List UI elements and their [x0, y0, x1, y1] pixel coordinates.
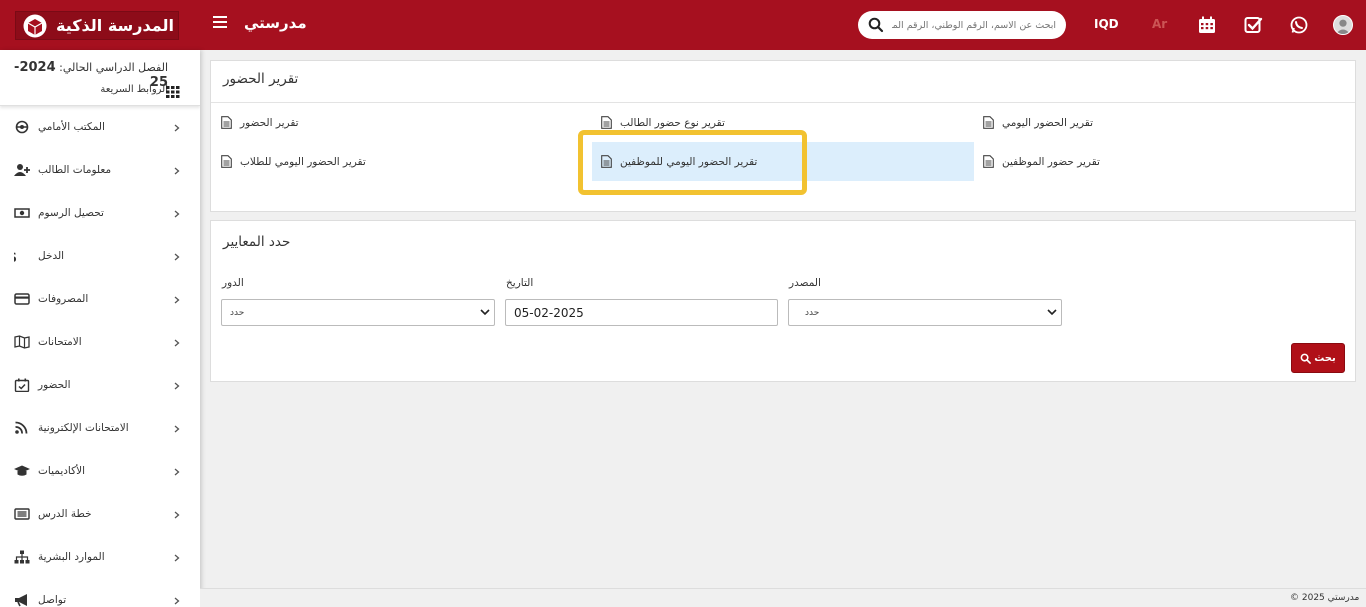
app-name: مدرستي: [244, 14, 307, 32]
sidebar-item-lesson-plan[interactable]: خطة الدرس: [0, 493, 200, 536]
copyright-text: مدرستي 2025 ©: [1290, 593, 1360, 603]
user-avatar-icon[interactable]: [1333, 15, 1353, 35]
role-select[interactable]: حدد: [221, 299, 495, 326]
source-select[interactable]: حدد: [788, 299, 1062, 326]
document-icon: [601, 116, 612, 129]
report-link-attendance[interactable]: تقرير الحضور: [221, 103, 581, 142]
calendar-icon[interactable]: [1197, 15, 1217, 35]
chevron-down-icon: [1047, 309, 1057, 316]
logo-text: المدرسة الذكية: [56, 16, 174, 35]
sidebar-item-online-exams[interactable]: الامتحانات الإلكترونية: [0, 407, 200, 450]
sidebar-item-income[interactable]: $ الدخل: [0, 235, 200, 278]
chevron-right-icon: [174, 511, 180, 519]
money-icon: [14, 208, 30, 218]
map-icon: [14, 335, 30, 349]
calendar-check-icon: [14, 378, 30, 392]
top-bar: المدرسة الذكية مدرستي IQD Ar: [0, 0, 1366, 50]
sidebar-item-student-info[interactable]: معلومات الطالب: [0, 149, 200, 192]
document-icon: [983, 155, 994, 168]
sidebar-header: الفصل الدراسي الحالي: 2024-25 الروابط ال…: [0, 50, 200, 106]
front-desk-icon: [15, 120, 29, 134]
attendance-reports-panel: تقرير الحضور تقرير الحضور اليومي تقرير ن…: [210, 60, 1356, 212]
criteria-panel: حدد المعايير الدور حدد التاريخ 05-02-202…: [210, 220, 1356, 382]
report-link-student-attendance-type[interactable]: تقرير نوع حضور الطالب: [601, 103, 961, 142]
sidebar-item-academics[interactable]: الأكاديميات: [0, 450, 200, 493]
quick-links[interactable]: الروابط السريعة: [100, 84, 168, 95]
chevron-right-icon: [174, 425, 180, 433]
sidebar-item-hr[interactable]: الموارد البشرية: [0, 536, 200, 579]
sitemap-icon: [14, 550, 30, 564]
search-icon[interactable]: [868, 17, 884, 33]
panel-title: تقرير الحضور: [223, 71, 299, 87]
footer: مدرستي 2025 ©: [200, 588, 1366, 607]
grid-icon[interactable]: [166, 86, 180, 98]
chevron-right-icon: [174, 124, 180, 132]
date-input[interactable]: 05-02-2025: [505, 299, 778, 326]
dollar-icon: $: [14, 250, 17, 263]
chevron-right-icon: [174, 167, 180, 175]
list-icon: [14, 508, 30, 520]
logo[interactable]: المدرسة الذكية: [15, 11, 179, 40]
credit-card-icon: [14, 293, 30, 305]
chevron-right-icon: [174, 554, 180, 562]
report-link-staff-attendance[interactable]: تقرير حضور الموظفين: [983, 142, 1343, 181]
sidebar-item-front-desk[interactable]: المكتب الأمامي: [0, 106, 200, 149]
menu-toggle-icon[interactable]: [213, 16, 227, 30]
rss-icon: [15, 421, 28, 434]
document-icon: [601, 155, 612, 168]
chevron-right-icon: [174, 597, 180, 605]
chevron-down-icon: [480, 309, 490, 316]
check-square-icon[interactable]: [1243, 15, 1263, 35]
search-input[interactable]: [892, 19, 1056, 31]
chevron-right-icon: [174, 468, 180, 476]
sidebar-nav: المكتب الأمامي معلومات الطالب تحصيل الرس…: [0, 106, 200, 607]
report-link-student-daily-attendance[interactable]: تقرير الحضور اليومي للطلاب: [221, 142, 581, 181]
sidebar-item-fees[interactable]: تحصيل الرسوم: [0, 192, 200, 235]
megaphone-icon: [15, 594, 27, 607]
sidebar-item-communicate[interactable]: تواصل: [0, 579, 200, 607]
document-icon: [221, 155, 232, 168]
currency-selector[interactable]: IQD: [1094, 17, 1119, 31]
criteria-title: حدد المعايير: [223, 234, 291, 250]
sidebar-item-attendance[interactable]: الحضور: [0, 364, 200, 407]
sidebar-item-exams[interactable]: الامتحانات: [0, 321, 200, 364]
language-selector[interactable]: Ar: [1152, 17, 1167, 31]
graduation-cap-icon: [14, 465, 30, 476]
role-label: الدور: [222, 277, 244, 289]
report-link-daily-attendance[interactable]: تقرير الحضور اليومي: [983, 103, 1343, 142]
search-button[interactable]: بحث: [1291, 343, 1345, 373]
sidebar: الفصل الدراسي الحالي: 2024-25 الروابط ال…: [0, 50, 200, 607]
user-plus-icon: [14, 164, 30, 176]
sidebar-item-expenses[interactable]: المصروفات: [0, 278, 200, 321]
source-label: المصدر: [789, 277, 821, 289]
chevron-right-icon: [174, 339, 180, 347]
chevron-right-icon: [174, 296, 180, 304]
chevron-right-icon: [174, 210, 180, 218]
date-label: التاريخ: [506, 277, 534, 289]
chevron-right-icon: [174, 382, 180, 390]
logo-box-icon: [23, 14, 47, 37]
svg-text:$: $: [14, 250, 17, 263]
chevron-right-icon: [174, 253, 180, 261]
global-search: [858, 11, 1066, 39]
document-icon: [221, 116, 232, 129]
document-icon: [983, 116, 994, 129]
search-icon: [1300, 353, 1312, 364]
report-link-staff-daily-attendance[interactable]: تقرير الحضور اليومي للموظفين: [592, 142, 974, 181]
whatsapp-icon[interactable]: [1289, 15, 1309, 35]
